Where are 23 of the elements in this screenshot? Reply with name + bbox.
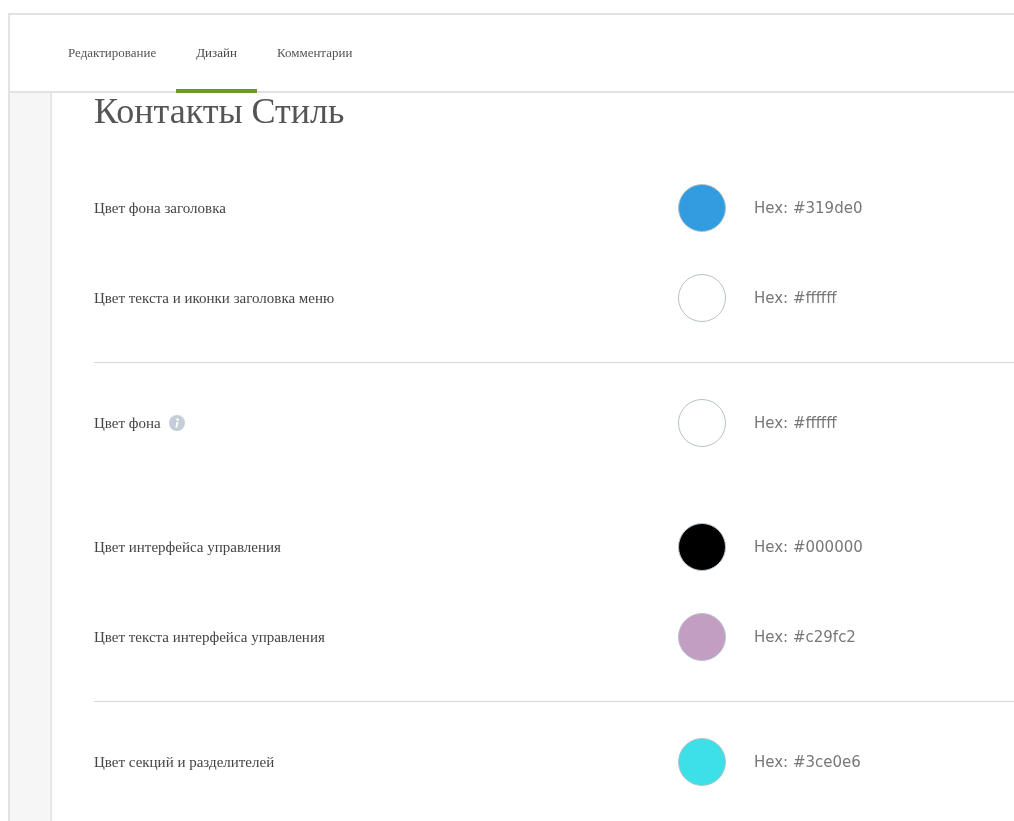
color-swatch[interactable]: [678, 613, 726, 661]
info-icon[interactable]: [168, 415, 185, 431]
setting-label: Цвет фона заголовка: [94, 199, 226, 217]
hex-value: Hex: #319de0: [754, 199, 863, 217]
hex-value: Hex: #ffffff: [754, 414, 837, 432]
color-swatch[interactable]: [678, 399, 726, 447]
color-swatch[interactable]: [678, 184, 726, 232]
tab[interactable]: Редактирование: [48, 15, 177, 93]
hex-value: Hex: #ffffff: [754, 289, 837, 307]
hex-value: Hex: #3ce0e6: [754, 753, 861, 771]
color-swatch[interactable]: [678, 274, 726, 322]
tab[interactable]: Комментарии: [256, 15, 373, 93]
setting-label: Цвет фона: [94, 414, 161, 432]
setting-label: Цвет секций и разделителей: [94, 753, 275, 771]
color-swatch[interactable]: [678, 738, 726, 786]
setting-label: Цвет интерфейса управления: [94, 538, 281, 556]
hex-value: Hex: #000000: [754, 538, 863, 556]
color-swatch[interactable]: [678, 523, 726, 571]
page-title: Контакты Стиль: [94, 93, 346, 133]
hex-value: Hex: #c29fc2: [754, 628, 856, 646]
tab[interactable]: Дизайн: [176, 15, 257, 93]
setting-label: Цвет текста и иконки заголовка меню: [94, 289, 335, 307]
setting-label: Цвет текста интерфейса управления: [94, 628, 325, 646]
